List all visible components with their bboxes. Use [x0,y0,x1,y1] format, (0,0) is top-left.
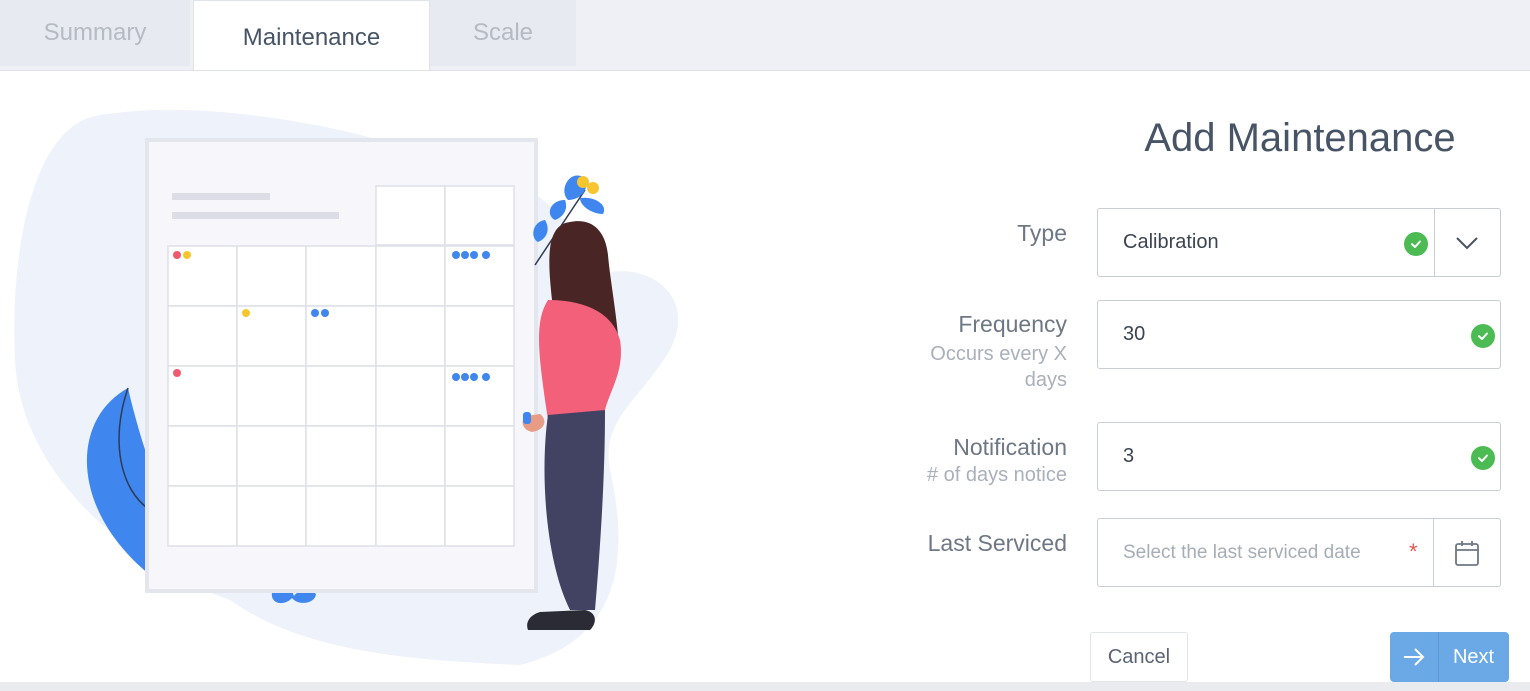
next-button[interactable]: Next [1390,632,1509,682]
frequency-value: 30 [1123,323,1146,345]
notification-value: 3 [1123,445,1135,467]
cancel-button[interactable]: Cancel [1090,632,1188,682]
frequency-sublabel-line1: Occurs every X [930,343,1067,365]
type-label: Type [1017,220,1067,246]
type-value: Calibration [1123,231,1219,253]
notification-label: Notification [953,434,1067,460]
last-serviced-placeholder: Select the last serviced date [1123,541,1361,563]
frequency-label: Frequency [958,311,1067,337]
calendar-illustration [14,109,679,665]
notification-input[interactable]: 3 [1097,422,1501,491]
valid-check-icon [1471,446,1495,470]
page-title: Add Maintenance [1144,116,1456,160]
type-select[interactable]: Calibration [1097,208,1501,277]
last-serviced-label: Last Serviced [927,530,1067,556]
notification-sublabel: # of days notice [926,464,1067,486]
chevron-down-icon[interactable] [1434,209,1500,276]
valid-check-icon [1471,324,1495,348]
bottom-divider [0,682,1530,691]
arrow-right-icon [1390,632,1439,682]
frequency-sublabel: Occurs every X days [930,341,1067,393]
next-button-label: Next [1452,645,1495,668]
required-asterisk: * [1409,539,1418,564]
frequency-input[interactable]: 30 [1097,300,1501,369]
calendar-icon[interactable] [1433,519,1500,586]
frequency-sublabel-line2: days [1024,369,1067,391]
last-serviced-date-input[interactable]: Select the last serviced date * [1097,518,1501,587]
valid-check-icon [1404,232,1428,256]
